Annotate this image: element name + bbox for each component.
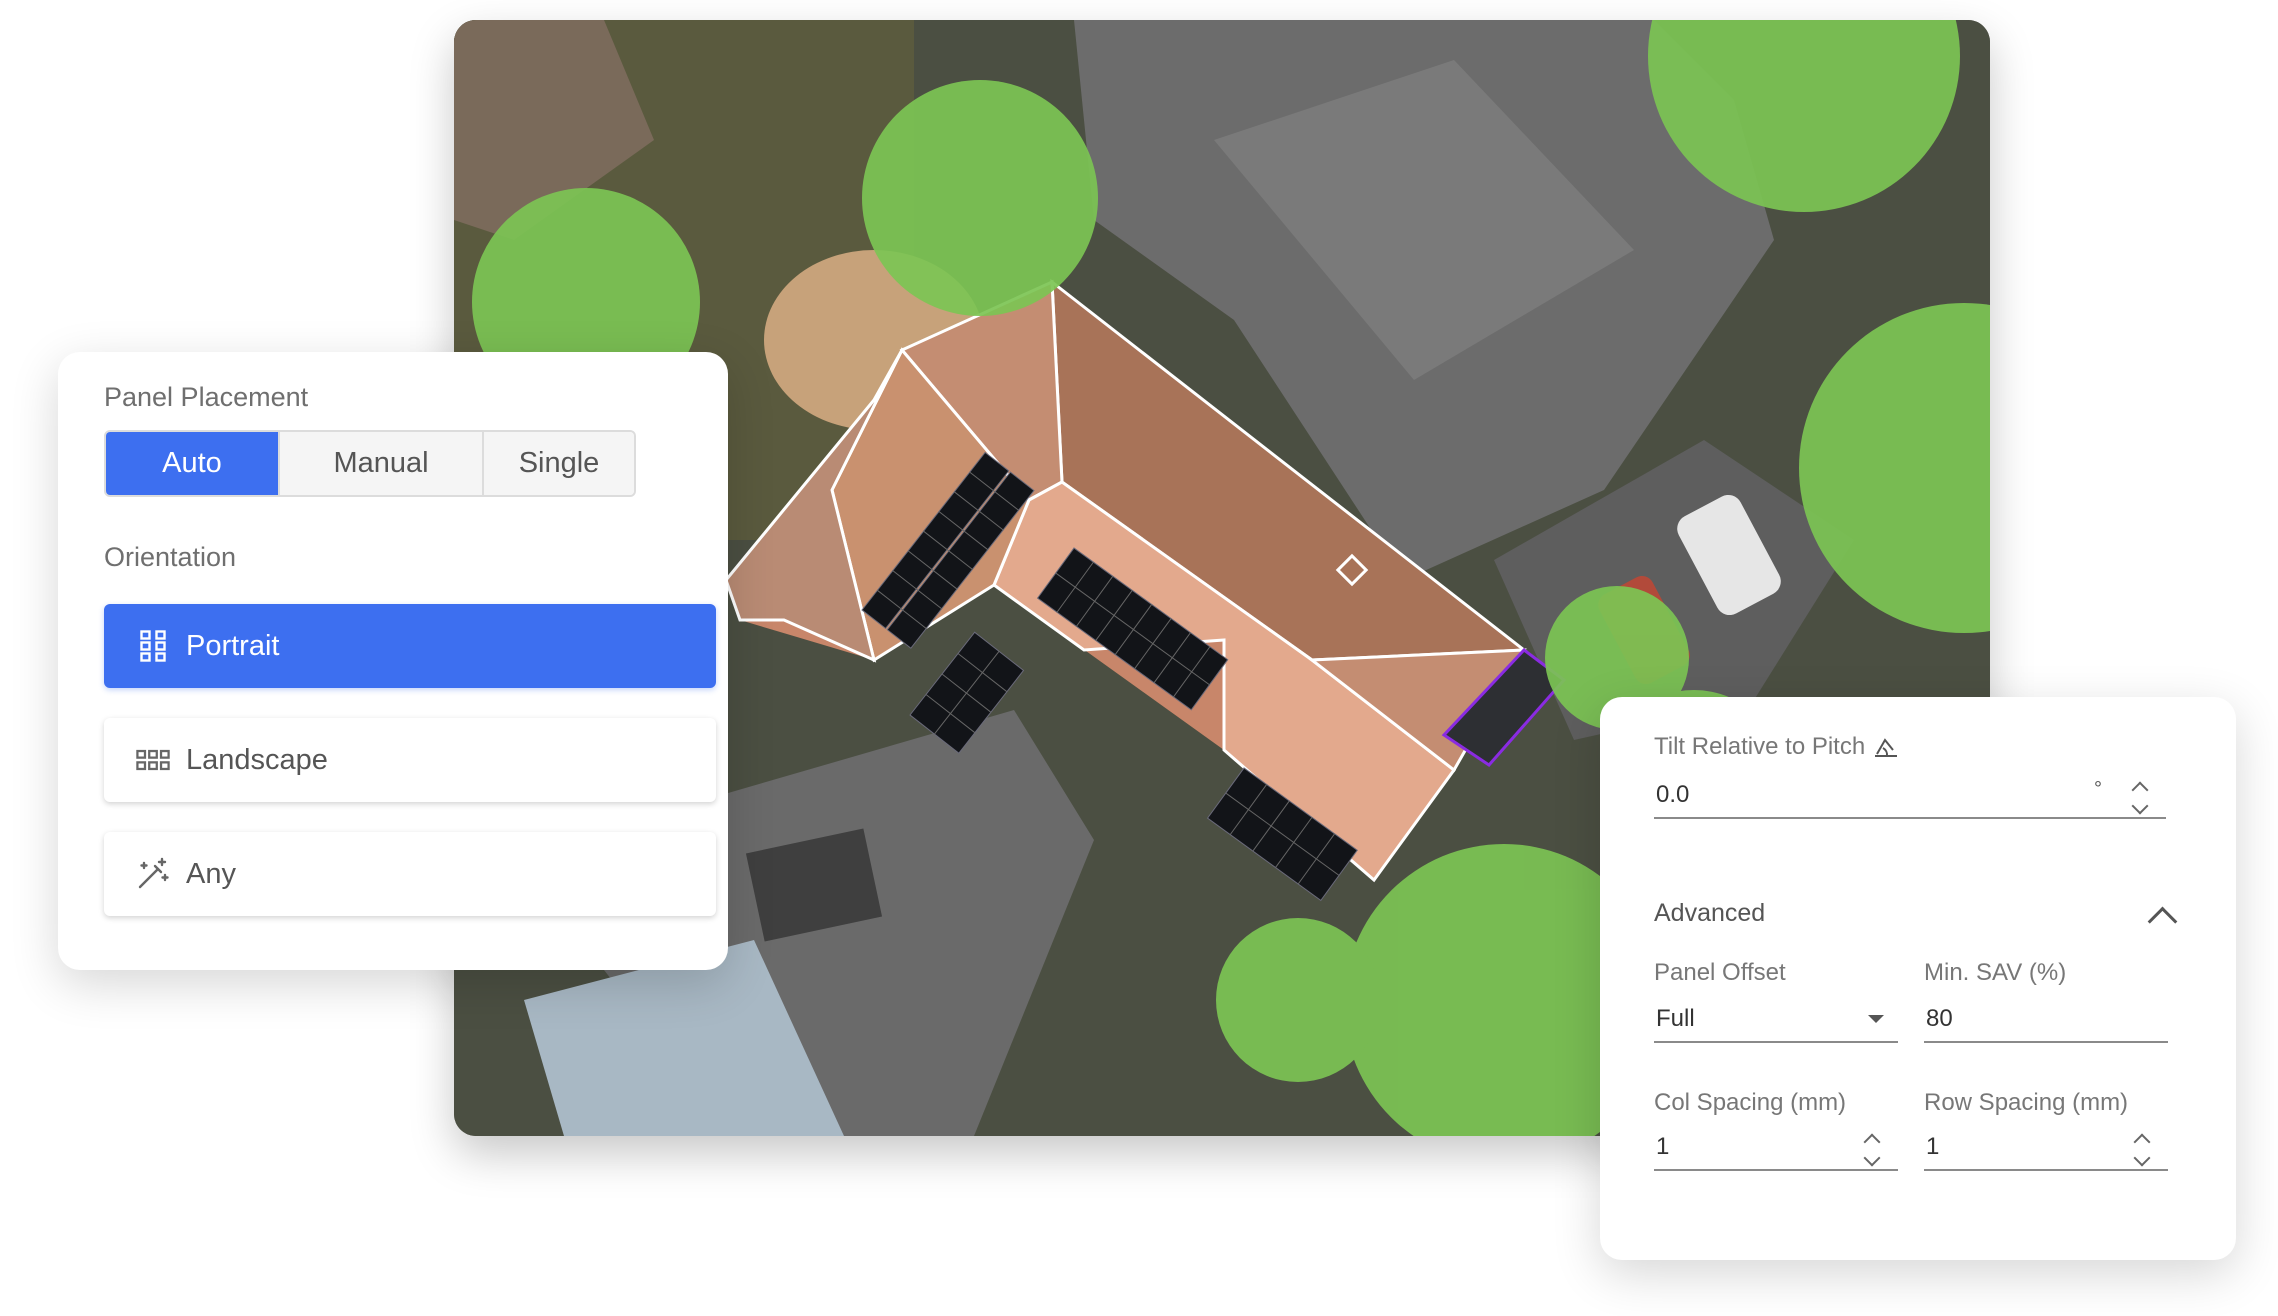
panel-placement-card: Panel Placement Auto Manual Single Orien…: [58, 352, 728, 970]
placement-mode-toggle: Auto Manual Single: [104, 430, 636, 497]
col-spacing-value: 1: [1656, 1133, 1670, 1160]
pitch-icon: [1873, 736, 1899, 758]
orientation-any-label: Any: [186, 857, 236, 890]
row-spacing-label: Row Spacing (mm): [1924, 1089, 2129, 1116]
row-spacing-stepper[interactable]: [2130, 1130, 2154, 1167]
col-spacing-label: Col Spacing (mm): [1654, 1089, 1847, 1116]
col-spacing-stepper[interactable]: [1860, 1130, 1884, 1167]
orientation-portrait-label: Portrait: [186, 629, 280, 662]
dropdown-caret-icon: [1868, 1015, 1884, 1023]
tilt-stepper[interactable]: [2128, 778, 2152, 815]
tilt-input[interactable]: 0.0 °: [1654, 773, 2166, 819]
advanced-settings-card: Tilt Relative to Pitch 0.0 ° Advanced Pa…: [1600, 697, 2236, 1260]
panel-offset-label: Panel Offset: [1654, 959, 1786, 986]
col-spacing-input[interactable]: 1: [1654, 1125, 1898, 1171]
orientation-portrait-button[interactable]: Portrait: [104, 604, 716, 688]
orientation-landscape-button[interactable]: Landscape: [104, 718, 716, 802]
magic-wand-icon: [136, 857, 170, 891]
mode-manual-button[interactable]: Manual: [280, 432, 484, 495]
tilt-value: 0.0: [1656, 781, 1690, 808]
min-sav-value: 80: [1926, 1005, 1953, 1032]
tilt-label: Tilt Relative to Pitch: [1654, 733, 1899, 761]
grid-landscape-icon: [136, 743, 170, 777]
advanced-section-title: Advanced: [1654, 899, 1766, 927]
mode-auto-button[interactable]: Auto: [106, 432, 280, 495]
mode-single-button[interactable]: Single: [484, 432, 634, 495]
tree-obstruction: [1216, 918, 1380, 1082]
grid-portrait-icon: [136, 629, 170, 663]
panel-placement-title: Panel Placement: [104, 382, 309, 412]
panel-offset-select[interactable]: Full: [1654, 997, 1898, 1043]
orientation-any-button[interactable]: Any: [104, 832, 716, 916]
tilt-unit: °: [2094, 777, 2102, 800]
min-sav-input[interactable]: 80: [1924, 997, 2168, 1043]
row-spacing-value: 1: [1926, 1133, 1940, 1160]
orientation-title: Orientation: [104, 542, 237, 572]
panel-offset-value: Full: [1656, 1005, 1695, 1032]
tilt-label-text: Tilt Relative to Pitch: [1654, 733, 1866, 760]
tree-obstruction: [862, 80, 1098, 316]
min-sav-label: Min. SAV (%): [1924, 959, 2067, 986]
row-spacing-input[interactable]: 1: [1924, 1125, 2168, 1171]
collapse-chevron-icon[interactable]: [2147, 906, 2178, 937]
orientation-landscape-label: Landscape: [186, 743, 328, 776]
